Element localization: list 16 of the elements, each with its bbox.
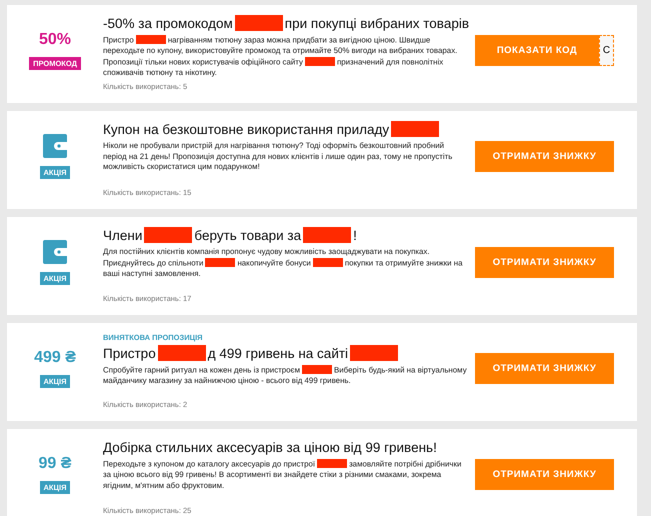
- code-peek[interactable]: С: [599, 34, 614, 66]
- get-discount-button[interactable]: ОТРИМАТИ ЗНИЖКУ: [475, 246, 614, 278]
- coupon-title: Купон на безкоштовне використання приладу: [103, 121, 469, 138]
- coupon-title: Члени беруть товари за !: [103, 227, 358, 244]
- coupon-title: Пристро д 499 гривень на сайті: [103, 345, 469, 362]
- discount-value: 50%: [38, 30, 72, 48]
- get-discount-button[interactable]: ОТРИМАТИ ЗНИЖКУ: [475, 458, 614, 490]
- discount-value: 499 ₴: [34, 348, 76, 366]
- coupon-title: -50% за промокодом при покупці вибраних товарів: [103, 15, 470, 32]
- get-discount-button[interactable]: ОТРИМАТИ ЗНИЖКУ: [475, 352, 614, 384]
- wallet-icon: [43, 240, 67, 264]
- show-code-button[interactable]: ПОКАЗАТИ КОД: [475, 34, 600, 66]
- get-discount-button[interactable]: ОТРИМАТИ ЗНИЖКУ: [475, 140, 614, 172]
- coupon-title: Добірка стильних аксесуарів за ціною від 99 гривень!: [103, 439, 438, 456]
- wallet-icon: [43, 134, 67, 158]
- discount-value: 99 ₴: [38, 454, 72, 472]
